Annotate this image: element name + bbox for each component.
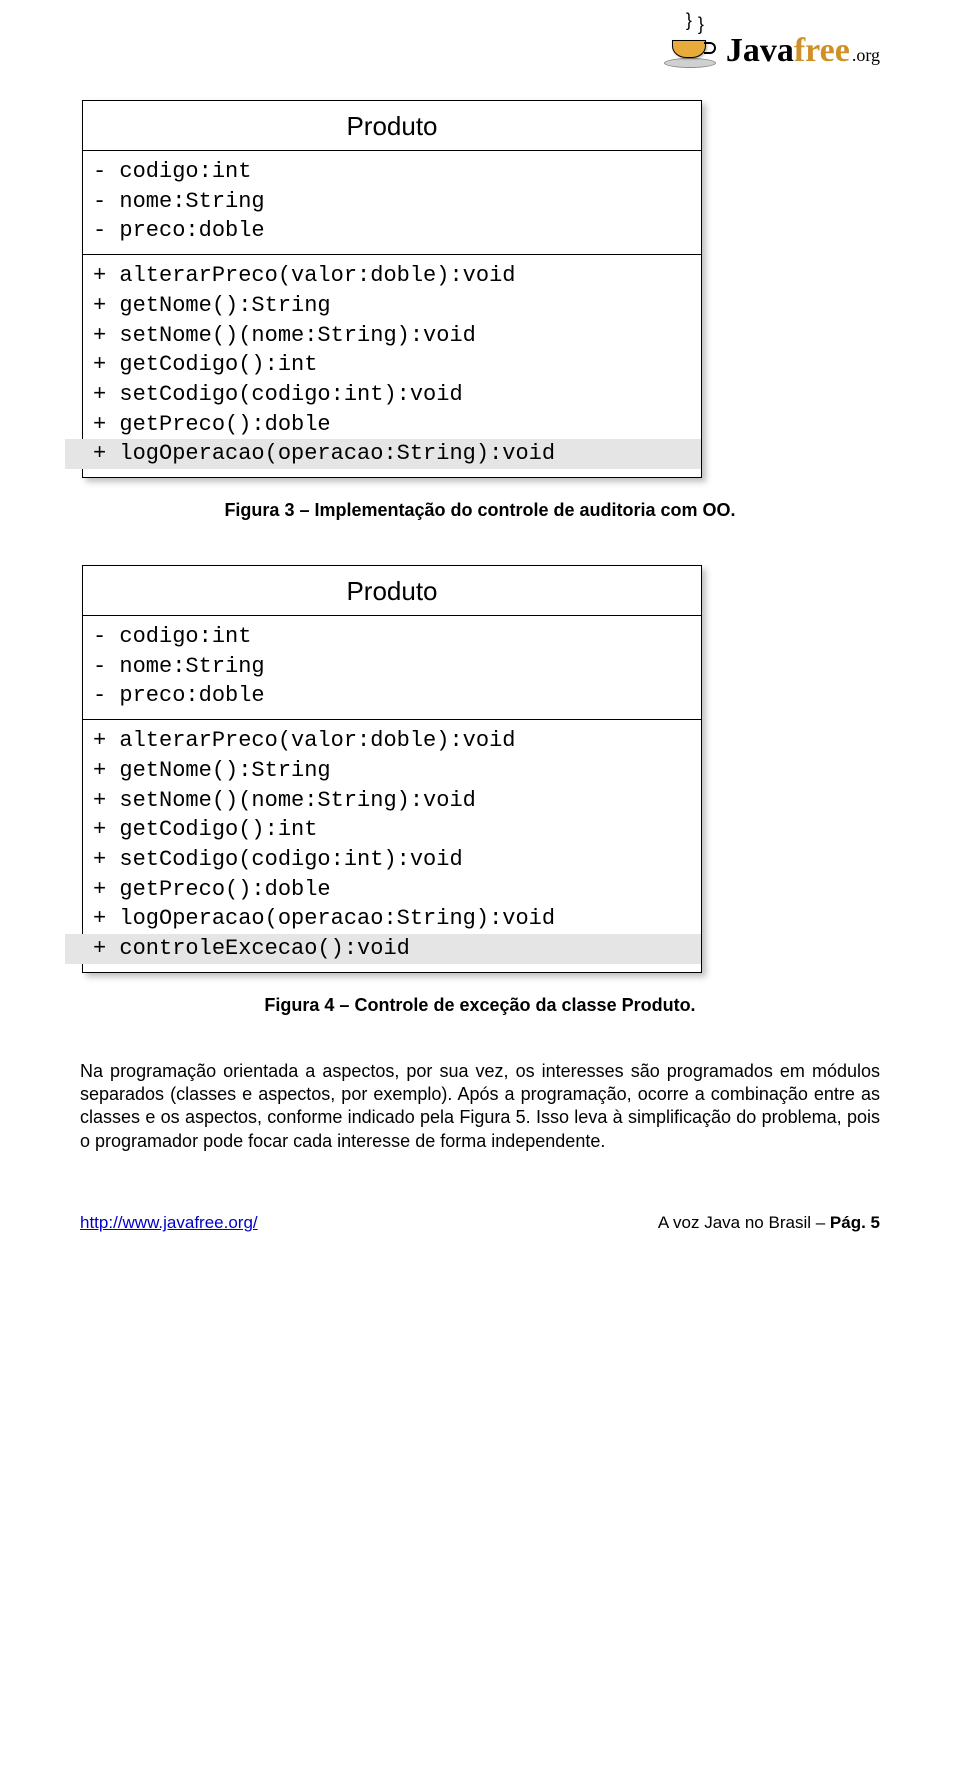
uml-operations: + alterarPreco(valor:doble):void+ getNom… [83, 254, 701, 477]
uml-ops-plain: + alterarPreco(valor:doble):void+ getNom… [93, 261, 691, 439]
steam-icon: } [698, 14, 704, 35]
uml-line: + getPreco():doble [93, 410, 691, 440]
uml-line: + getNome():String [93, 291, 691, 321]
uml-line: + getCodigo():int [93, 350, 691, 380]
uml-line: + logOperacao(operacao:String):void [93, 904, 691, 934]
logo-header: } } Javafree.org [80, 14, 880, 70]
figure-caption-4: Figura 4 – Controle de exceção da classe… [80, 995, 880, 1016]
javafree-logo: } } Javafree.org [664, 14, 880, 70]
uml-line: + logOperacao(operacao:String):void [83, 439, 701, 469]
uml-line: - codigo:int [93, 157, 691, 187]
logo-word-free: free [794, 32, 850, 70]
uml-ops-plain: + alterarPreco(valor:doble):void+ getNom… [93, 726, 691, 934]
body-paragraph: Na programação orientada a aspectos, por… [80, 1060, 880, 1154]
logo-suffix: .org [852, 45, 880, 66]
steam-icon: } [686, 10, 692, 31]
uml-line: - preco:doble [93, 681, 691, 711]
uml-line: + setNome()(nome:String):void [93, 321, 691, 351]
uml-title: Produto [83, 101, 701, 150]
uml-line: + controleExcecao():void [83, 934, 701, 964]
cup-icon: } } [664, 14, 720, 70]
uml-class-produto-1: Produto - codigo:int- nome:String- preco… [82, 100, 702, 478]
cup-handle-icon [704, 42, 716, 54]
page-footer: http://www.javafree.org/ A voz Java no B… [80, 1213, 880, 1233]
uml-ops-highlight: + controleExcecao():void [93, 934, 691, 964]
uml-line: + alterarPreco(valor:doble):void [93, 726, 691, 756]
uml-line: + alterarPreco(valor:doble):void [93, 261, 691, 291]
uml-line: + getNome():String [93, 756, 691, 786]
uml-title: Produto [83, 566, 701, 615]
uml-line: - nome:String [93, 652, 691, 682]
logo-text: Javafree.org [726, 32, 880, 70]
uml-line: + setCodigo(codigo:int):void [93, 380, 691, 410]
footer-page: Pág. 5 [830, 1213, 880, 1232]
uml-ops-highlight: + logOperacao(operacao:String):void [93, 439, 691, 469]
footer-prefix: A voz Java no Brasil – [658, 1213, 830, 1232]
uml-line: + getPreco():doble [93, 875, 691, 905]
logo-word-java: Java [726, 32, 794, 70]
uml-line: - nome:String [93, 187, 691, 217]
uml-line: - preco:doble [93, 216, 691, 246]
uml-attributes: - codigo:int- nome:String- preco:doble [83, 150, 701, 254]
footer-right: A voz Java no Brasil – Pág. 5 [658, 1213, 880, 1233]
uml-line: + setNome()(nome:String):void [93, 786, 691, 816]
figure-caption-3: Figura 3 – Implementação do controle de … [80, 500, 880, 521]
uml-attributes: - codigo:int- nome:String- preco:doble [83, 615, 701, 719]
cup-body-icon [672, 40, 706, 58]
uml-line: + setCodigo(codigo:int):void [93, 845, 691, 875]
uml-line: + getCodigo():int [93, 815, 691, 845]
uml-class-produto-2: Produto - codigo:int- nome:String- preco… [82, 565, 702, 973]
footer-link[interactable]: http://www.javafree.org/ [80, 1213, 258, 1233]
saucer-icon [664, 58, 716, 68]
uml-line: - codigo:int [93, 622, 691, 652]
uml-operations: + alterarPreco(valor:doble):void+ getNom… [83, 719, 701, 972]
